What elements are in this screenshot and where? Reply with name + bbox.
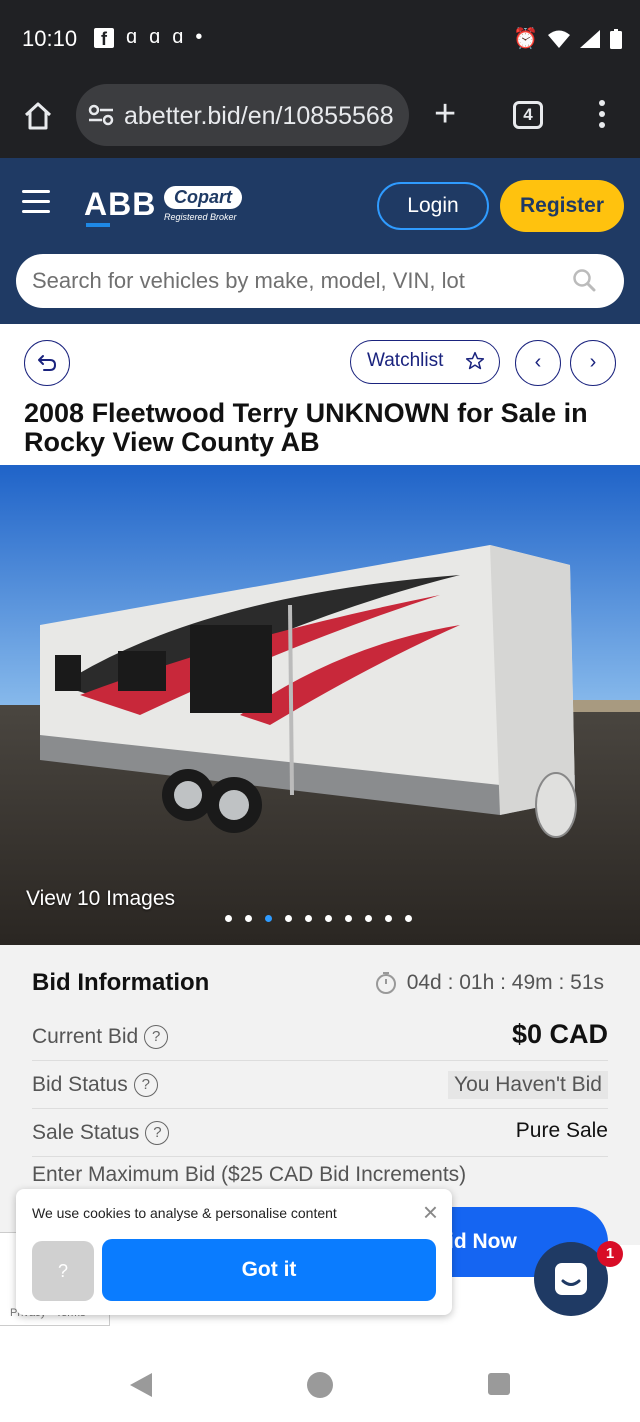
search-icon[interactable] bbox=[572, 268, 596, 292]
back-button[interactable] bbox=[24, 340, 70, 386]
chevron-right-icon: › bbox=[589, 351, 597, 373]
chat-icon bbox=[555, 1263, 587, 1295]
register-button[interactable]: Register bbox=[500, 180, 624, 232]
bid-status-row: Bid Status ? You Haven't Bid bbox=[32, 1061, 608, 1109]
login-button[interactable]: Login bbox=[377, 182, 489, 230]
next-listing-button[interactable]: › bbox=[570, 340, 616, 386]
carousel-dot[interactable] bbox=[405, 915, 412, 922]
notification-icons: f ɑ ɑ ɑ • bbox=[94, 26, 202, 49]
address-bar[interactable]: abetter.bid/en/10855568 bbox=[76, 84, 409, 146]
close-icon[interactable]: × bbox=[423, 1199, 438, 1225]
home-icon[interactable] bbox=[20, 98, 56, 134]
copart-logo-text: Copart bbox=[164, 186, 242, 209]
carousel-dots bbox=[225, 915, 412, 922]
logo-accent bbox=[86, 223, 110, 227]
messenger-icon: ɑ bbox=[126, 26, 138, 48]
sale-status-row: Sale Status ? Pure Sale bbox=[32, 1109, 608, 1157]
vehicle-photo[interactable] bbox=[0, 465, 640, 945]
help-icon[interactable]: ? bbox=[133, 1073, 158, 1097]
current-bid-label: Current Bid ? bbox=[32, 1025, 169, 1049]
browser-toolbar: abetter.bid/en/10855568 + 4 bbox=[0, 82, 640, 158]
sale-status-value: Pure Sale bbox=[515, 1119, 608, 1142]
cookie-message: We use cookies to analyse & personalise … bbox=[32, 1205, 337, 1221]
carousel-dot-active[interactable] bbox=[265, 915, 272, 922]
chevron-left-icon: ‹ bbox=[534, 351, 542, 373]
site-settings-icon[interactable] bbox=[88, 104, 114, 126]
cookie-help-button[interactable]: ? bbox=[32, 1241, 94, 1301]
system-icons: ⏰ bbox=[513, 26, 622, 51]
watchlist-button[interactable]: Watchlist bbox=[350, 340, 500, 384]
signal-icon bbox=[580, 29, 600, 48]
carousel-dot[interactable] bbox=[305, 915, 312, 922]
stopwatch-icon bbox=[375, 972, 396, 994]
chat-unread-badge: 1 bbox=[597, 1241, 623, 1267]
vehicle-photo-carousel[interactable]: View 10 Images bbox=[0, 465, 640, 945]
search-input[interactable] bbox=[32, 264, 562, 298]
current-bid-row: Current Bid ? $0 CAD bbox=[32, 1013, 608, 1061]
current-bid-label-text: Current Bid bbox=[32, 1025, 139, 1048]
carousel-dot[interactable] bbox=[345, 915, 352, 922]
cookie-banner: We use cookies to analyse & personalise … bbox=[16, 1189, 452, 1315]
carousel-dot[interactable] bbox=[245, 915, 252, 922]
search-bar bbox=[16, 254, 624, 308]
copart-tagline: Registered Broker bbox=[164, 212, 237, 222]
overflow-menu-icon[interactable] bbox=[598, 100, 606, 132]
carousel-dot[interactable] bbox=[325, 915, 332, 922]
status-bar: 10:10 f ɑ ɑ ɑ • ⏰ bbox=[0, 0, 640, 82]
sale-status-label: Sale Status ? bbox=[32, 1121, 170, 1145]
carousel-dot[interactable] bbox=[365, 915, 372, 922]
more-notifications-dot-icon: • bbox=[195, 26, 203, 48]
help-icon[interactable]: ? bbox=[145, 1121, 170, 1145]
battery-icon bbox=[610, 28, 622, 49]
site-header: ABB Copart Registered Broker Login Regis… bbox=[0, 158, 640, 324]
alarm-icon: ⏰ bbox=[513, 28, 538, 50]
got-it-button[interactable]: Got it bbox=[102, 1239, 436, 1301]
auction-countdown: 04d : 01h : 49m : 51s bbox=[375, 971, 604, 995]
current-bid-value: $0 CAD bbox=[511, 1019, 608, 1049]
nav-home-icon[interactable] bbox=[307, 1372, 333, 1398]
status-time: 10:10 bbox=[22, 26, 78, 51]
watchlist-label: Watchlist bbox=[367, 350, 444, 371]
carousel-dot[interactable] bbox=[285, 915, 292, 922]
help-icon[interactable]: ? bbox=[144, 1025, 169, 1049]
messenger-icon: ɑ bbox=[172, 26, 184, 48]
bid-status-label: Bid Status ? bbox=[32, 1073, 158, 1097]
sale-status-label-text: Sale Status bbox=[32, 1121, 140, 1144]
messenger-icon: ɑ bbox=[149, 26, 161, 48]
wifi-icon bbox=[548, 30, 570, 48]
url-text[interactable]: abetter.bid/en/10855568 bbox=[124, 102, 404, 131]
facebook-icon: f bbox=[94, 27, 114, 49]
system-navigation-bar bbox=[0, 1345, 640, 1422]
star-icon bbox=[465, 351, 485, 370]
view-images-link[interactable]: View 10 Images bbox=[26, 887, 175, 911]
back-arrow-icon bbox=[38, 355, 56, 371]
hamburger-menu-icon[interactable] bbox=[22, 190, 50, 214]
tab-switcher-button[interactable]: 4 bbox=[513, 101, 543, 129]
bid-status-value: You Haven't Bid bbox=[447, 1071, 608, 1099]
nav-recents-icon[interactable] bbox=[488, 1373, 510, 1395]
countdown-text: 04d : 01h : 49m : 51s bbox=[406, 971, 604, 994]
max-bid-label: Enter Maximum Bid ($25 CAD Bid Increment… bbox=[32, 1163, 467, 1186]
nav-back-icon[interactable] bbox=[130, 1373, 152, 1397]
copart-logo: Copart Registered Broker bbox=[164, 186, 242, 222]
previous-listing-button[interactable]: ‹ bbox=[515, 340, 561, 386]
bid-information-heading: Bid Information bbox=[32, 969, 210, 996]
listing-title: 2008 Fleetwood Terry UNKNOWN for Sale in… bbox=[24, 398, 588, 457]
bid-status-label-text: Bid Status bbox=[32, 1073, 128, 1096]
new-tab-icon[interactable]: + bbox=[434, 95, 456, 133]
carousel-dot[interactable] bbox=[385, 915, 392, 922]
carousel-dot[interactable] bbox=[225, 915, 232, 922]
abb-logo[interactable]: ABB bbox=[84, 186, 156, 223]
